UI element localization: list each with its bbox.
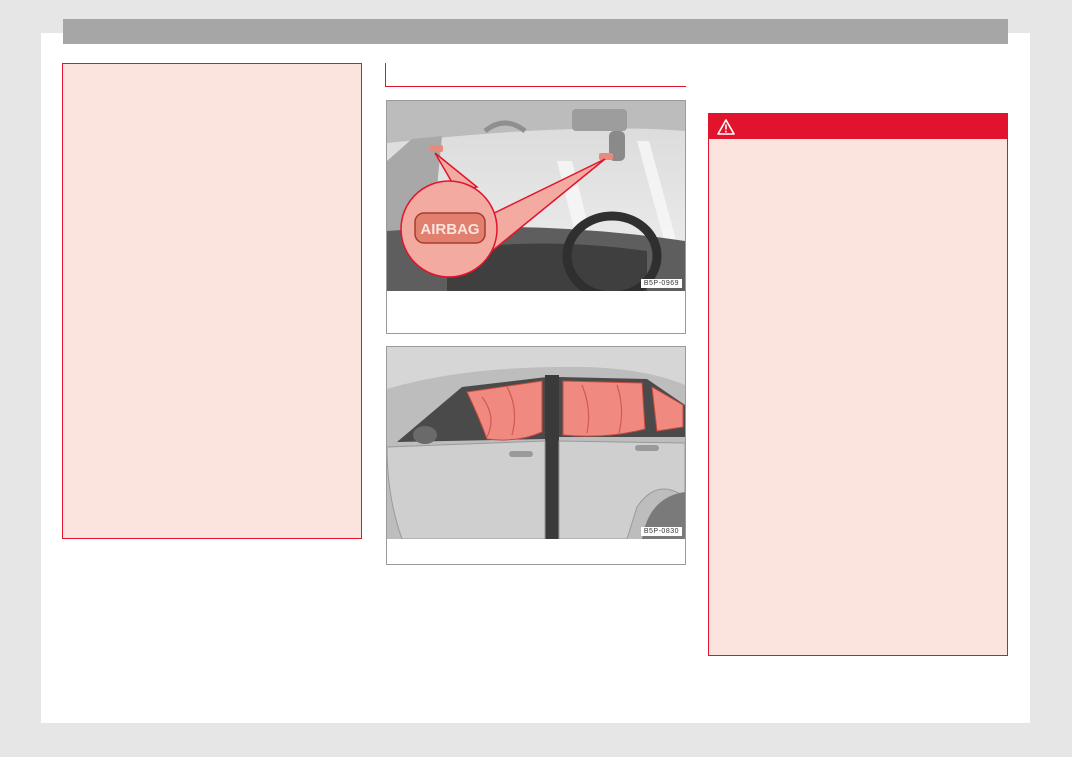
figure-airbag-location: AIRBAG B5P-0969 (386, 100, 686, 334)
section-heading-rule (385, 63, 686, 87)
figure-curtain-airbags: B5P-0830 (386, 346, 686, 565)
figure-code: B5P-0830 (640, 527, 682, 536)
warning-header (709, 114, 1007, 139)
warning-triangle-icon (717, 119, 735, 135)
curtain-airbag-illustration (387, 347, 685, 539)
figure-code: B5P-0969 (640, 279, 682, 288)
warning-box-right (708, 113, 1008, 656)
airbag-location-illustration: AIRBAG (387, 101, 685, 291)
airbag-callout-label: AIRBAG (420, 221, 479, 238)
warning-box-left (62, 63, 362, 539)
header-bar (63, 19, 1008, 44)
